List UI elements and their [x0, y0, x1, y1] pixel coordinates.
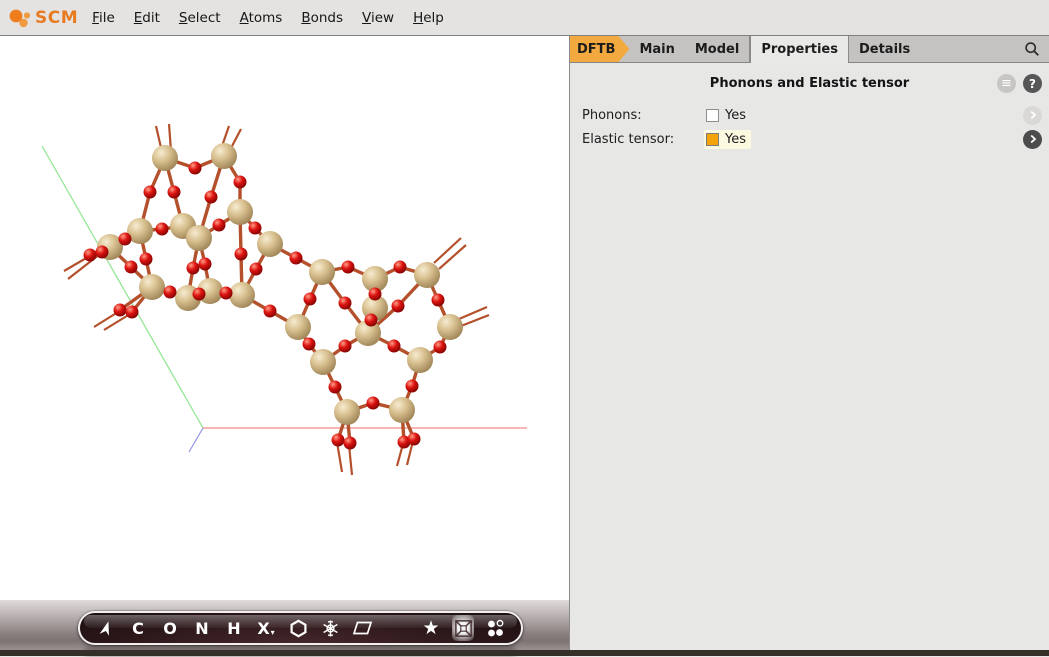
chevron-right-icon: [1028, 110, 1038, 120]
phonons-label: Phonons:: [570, 108, 704, 123]
cursor-icon: [97, 619, 115, 637]
phonons-detail-chevron: [1023, 106, 1042, 125]
chevron-right-icon: [1028, 134, 1038, 144]
molecules-dots-icon: [485, 618, 506, 639]
ring-tool[interactable]: [287, 615, 309, 641]
carbon-tool[interactable]: C: [127, 615, 149, 641]
elastic-tensor-detail-chevron[interactable]: [1023, 130, 1042, 149]
favorites-tool[interactable]: ★: [420, 615, 442, 641]
scm-logo-icon: [6, 4, 34, 32]
menu-atoms[interactable]: Atoms: [240, 10, 283, 26]
star-icon: ★: [422, 617, 439, 639]
nitrogen-label: N: [195, 619, 208, 638]
menu-bonds[interactable]: Bonds: [301, 10, 343, 26]
oxygen-tool[interactable]: O: [159, 615, 181, 641]
element-picker-tool[interactable]: X ▾: [255, 615, 277, 641]
element-x-label: X: [257, 619, 269, 638]
carbon-label: C: [132, 619, 144, 638]
molecules-tool[interactable]: [484, 615, 506, 641]
molecule-viewer-3d[interactable]: [0, 36, 569, 600]
tab-main[interactable]: Main: [629, 36, 684, 62]
panel-tab-bar: DFTB Main Model Properties Details: [570, 36, 1049, 63]
bottom-status-strip: [0, 650, 1049, 656]
menu-view[interactable]: View: [362, 10, 394, 26]
dropdown-arrow-icon: ▾: [271, 628, 275, 637]
panel-menu-button[interactable]: ≡: [997, 74, 1016, 93]
help-button[interactable]: ?: [1023, 74, 1042, 93]
tab-dftb[interactable]: DFTB: [570, 36, 629, 62]
hydrogen-tool[interactable]: H: [223, 615, 245, 641]
scm-logo-text: SCM: [35, 8, 78, 28]
periodic-view-tool[interactable]: [452, 615, 474, 641]
scm-logo: SCM: [6, 4, 78, 32]
tab-details[interactable]: Details: [849, 36, 920, 62]
elastic-tensor-label: Elastic tensor:: [570, 132, 704, 147]
snowflake-icon: [321, 619, 340, 638]
elastic-tensor-checkbox[interactable]: [706, 133, 719, 146]
menu-bar: SCM File Edit Select Atoms Bonds View He…: [0, 0, 1049, 36]
viewer-tool-band: C O N H X ▾: [0, 600, 569, 650]
input-panel: DFTB Main Model Properties Details Phono…: [569, 36, 1049, 650]
hexagon-icon: [289, 619, 308, 638]
tabbar-spacer: [920, 36, 1019, 62]
atom-toolbar: C O N H X ▾: [78, 611, 523, 645]
hydrogen-label: H: [227, 619, 240, 638]
plane-tool[interactable]: [351, 615, 373, 641]
phonons-value: Yes: [704, 106, 751, 125]
tab-properties[interactable]: Properties: [750, 36, 849, 63]
menu-edit[interactable]: Edit: [134, 10, 160, 26]
menu-help[interactable]: Help: [413, 10, 444, 26]
phonons-row: Phonons: Yes: [570, 103, 1049, 127]
molecule-structure: [0, 36, 569, 600]
elastic-tensor-checkbox-label[interactable]: Yes: [725, 132, 746, 147]
oxygen-label: O: [163, 619, 177, 638]
phonons-checkbox[interactable]: [706, 109, 719, 122]
elastic-tensor-row: Elastic tensor: Yes: [570, 127, 1049, 151]
menu-file[interactable]: File: [92, 10, 115, 26]
select-pointer-tool[interactable]: [95, 615, 117, 641]
panel-header: Phonons and Elastic tensor ≡ ?: [570, 63, 1049, 103]
unit-cell-icon: [453, 618, 474, 639]
panel-title: Phonons and Elastic tensor: [710, 76, 909, 91]
structure-tool[interactable]: [319, 615, 341, 641]
elastic-tensor-value: Yes: [704, 130, 751, 149]
nitrogen-tool[interactable]: N: [191, 615, 213, 641]
menu-select[interactable]: Select: [179, 10, 221, 26]
search-button[interactable]: [1019, 36, 1045, 62]
tab-model[interactable]: Model: [685, 36, 749, 62]
parallelogram-icon: [352, 620, 373, 636]
phonons-checkbox-label[interactable]: Yes: [725, 108, 746, 123]
search-icon: [1024, 41, 1040, 57]
